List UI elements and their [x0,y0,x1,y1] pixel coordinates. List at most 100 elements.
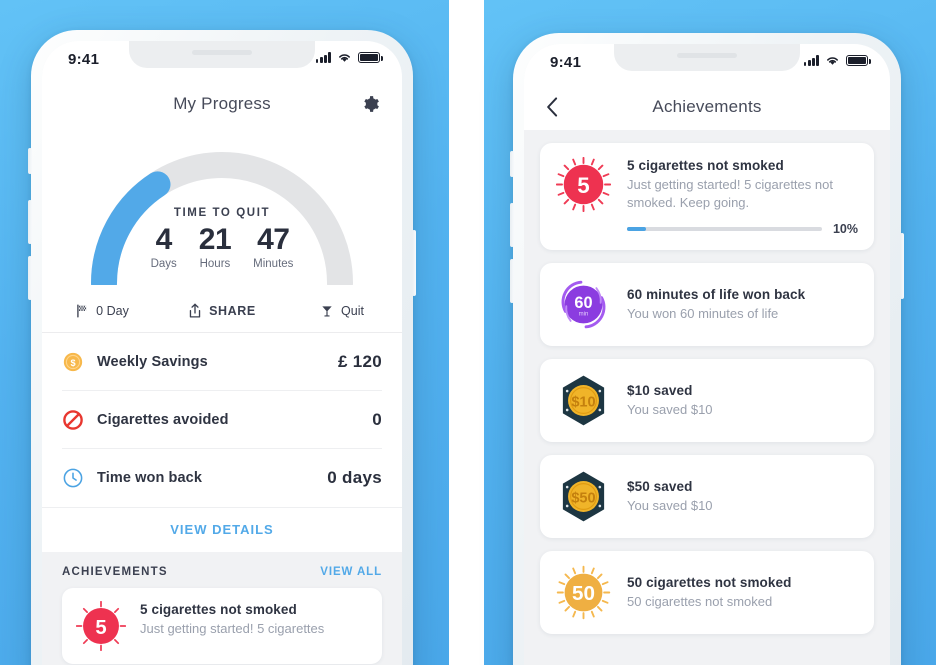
achievement-desc: Just getting started! 5 cigarettes not s… [627,177,833,210]
gauge-days-value: 4 [155,223,173,256]
prohibition-icon [63,409,83,430]
achievement-preview-card[interactable]: 5 5 cigarettes not smoked Just getting s… [62,588,382,664]
view-all-button[interactable]: VIEW ALL [320,566,382,578]
achievement-desc: 50 cigarettes not smoked [627,594,773,610]
action-day-label: 0 Day [96,304,129,318]
badge-50-orange: 50 [556,565,611,620]
action-quit[interactable]: Quit [282,303,402,319]
achievement-body: 50 cigarettes not smoked 50 cigarettes n… [627,574,858,611]
trophy-icon [322,306,332,317]
svg-text:$50: $50 [571,491,595,507]
svg-text:5: 5 [95,617,106,639]
achievement-body: 60 minutes of life won back You won 60 m… [627,286,858,323]
achievements-header: ACHIEVEMENTS VIEW ALL [62,566,382,578]
achievement-card[interactable]: $10 $10 saved You saved $10 [540,359,874,443]
achievement-title: 5 cigarettes not smoked [627,158,784,173]
stat-label-cigarettes-avoided: Cigarettes avoided [97,411,229,428]
view-details-button[interactable]: VIEW DETAILS [42,507,402,552]
svg-text:5: 5 [577,173,589,198]
stat-row-cigarettes-avoided[interactable]: Cigarettes avoided 0 [62,391,382,449]
action-day[interactable]: 0 Day [42,303,162,319]
achievements-title: ACHIEVEMENTS [62,566,168,578]
achievement-body: 5 cigarettes not smoked Just getting sta… [627,157,858,236]
gauge-units: 4 Days 21 Hours 47 Minutes [42,223,402,271]
achievement-preview-desc: Just getting started! 5 cigarettes [140,621,325,636]
flag-icon [77,304,87,318]
achievement-title: 60 minutes of life won back [627,287,806,303]
achievement-body: $10 saved You saved $10 [627,382,858,419]
achievements-section-left: ACHIEVEMENTS VIEW ALL 5 5 cigarettes not… [42,552,402,664]
stat-value-weekly-savings: £ 120 [337,351,382,371]
gear-icon[interactable] [361,95,380,114]
stat-value-cigarettes-avoided: 0 [372,409,382,429]
achievement-title: $10 saved [627,383,693,399]
svg-text:50: 50 [572,582,595,605]
mute-switch-right[interactable] [510,151,514,177]
nav-bar-right: Achievements [524,84,890,130]
gauge-days-label: Days [150,258,177,270]
badge-50-coin: $50 [562,471,605,522]
achievement-card[interactable]: $50 $50 saved You saved $10 [540,455,874,539]
phone-right: 9:41 Achievements 5 5 cigarettes not smo… [510,33,904,665]
gauge-hours-label: Hours [199,258,231,270]
status-icons [315,52,383,63]
stat-label-time-won-back: Time won back [97,470,202,486]
progress-track [627,226,822,232]
page-title-right: Achievements [652,97,762,116]
volume-up-button-right[interactable] [510,203,514,247]
status-icons-right [803,55,871,66]
volume-up-button[interactable] [28,200,32,244]
screen-right: 9:41 Achievements 5 5 cigarettes not smo… [524,44,890,665]
volume-down-button[interactable] [28,256,32,300]
gauge-label: TIME TO QUIT [173,207,271,219]
status-time-right: 9:41 [550,54,582,71]
power-button-right[interactable] [900,233,904,299]
gauge-minutes-label: Minutes [253,258,294,270]
stat-value-time-won-back: 0 days [327,468,382,487]
coin-icon: $ [63,352,83,371]
status-bar-left: 9:41 [42,41,402,81]
badge-5-red: 5 [556,157,611,212]
achievements-list: 5 5 cigarettes not smoked Just getting s… [524,130,890,665]
power-button[interactable] [412,230,416,296]
nav-bar-left: My Progress [42,81,402,127]
achievement-desc: You saved $10 [627,402,713,418]
gauge-center-readout: TIME TO QUIT 4 Days 21 Hours 47 Minutes [42,207,402,270]
achievement-desc: You won 60 minutes of life [627,306,779,322]
status-time: 9:41 [68,51,100,68]
achievement-body: $50 saved You saved $10 [627,478,858,515]
gauge-unit-hours: 21 Hours [198,223,232,271]
stat-row-time-won-back[interactable]: Time won back 0 days [62,449,382,507]
gauge-minutes-value: 47 [257,223,290,256]
status-bar-right: 9:41 [524,44,890,84]
badge-10-coin: $10 [562,375,605,426]
notch-right [614,44,800,71]
mute-switch[interactable] [28,148,32,174]
achievement-title: $50 saved [627,479,693,495]
wifi-icon [339,54,350,62]
stat-row-weekly-savings[interactable]: $ Weekly Savings £ 120 [62,333,382,391]
volume-down-button-right[interactable] [510,259,514,303]
signal-bars-icon [803,55,819,66]
progress-fill [627,226,647,232]
action-share[interactable]: SHARE [162,303,282,319]
page-title: My Progress [173,94,271,113]
achievement-card[interactable]: 60 min 60 minutes of life won back You w… [540,263,874,347]
svg-text:min: min [579,312,589,318]
phone-left: 9:41 My Progress TIME TO QUIT 4 Days 21 … [28,30,416,665]
notch [129,41,315,68]
speaker-grille [192,50,252,55]
achievement-preview-title: 5 cigarettes not smoked [140,602,297,617]
action-row: 0 Day SHARE Quit [42,297,402,333]
battery-icon [846,55,871,66]
stat-label-weekly-savings: Weekly Savings [97,353,208,370]
share-icon [189,303,201,318]
achievement-card[interactable]: 50 50 cigarettes not smoked 50 cigarette… [540,551,874,635]
stats-list: $ Weekly Savings £ 120 Cigarettes avoide… [42,333,402,507]
speaker-grille-right [677,53,737,58]
achievement-progress: 10% [627,222,858,236]
achievement-card[interactable]: 5 5 cigarettes not smoked Just getting s… [540,143,874,251]
badge-5-red: 5 [76,601,126,651]
gauge-hours-value: 21 [198,223,232,256]
chevron-left-icon[interactable] [546,97,559,117]
